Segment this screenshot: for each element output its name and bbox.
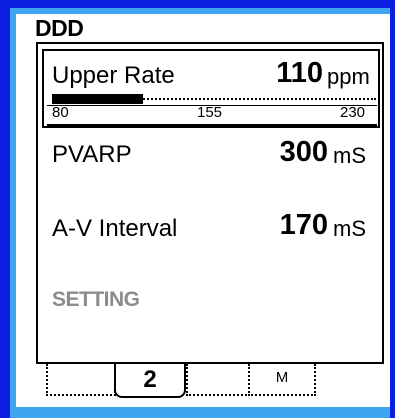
pvarp-label[interactable]: PVARP — [52, 141, 132, 169]
av-interval-value[interactable]: 170 — [268, 209, 328, 242]
av-interval-unit: mS — [333, 216, 366, 241]
pvarp-value[interactable]: 300 — [268, 136, 328, 169]
setting-status-label: SETTING — [52, 288, 140, 311]
upper-rate-unit: ppm — [327, 64, 370, 89]
upper-rate-bar-fill[interactable] — [52, 94, 143, 104]
tab-middle[interactable] — [186, 364, 250, 396]
pvarp-unit: mS — [333, 143, 366, 168]
av-interval-label[interactable]: A-V Interval — [52, 215, 177, 243]
pacing-mode-title: DDD — [35, 15, 84, 41]
scale-mid-label: 155 — [197, 104, 223, 121]
upper-rate-value: 110 — [276, 57, 323, 89]
scale-min-label: 80 — [52, 104, 69, 121]
tab-page-2-active[interactable]: 2 — [114, 364, 186, 398]
tab-left[interactable] — [46, 364, 116, 396]
scale-max-label: 230 — [340, 104, 366, 121]
upper-rate-label: Upper Rate — [52, 62, 175, 89]
tab-menu[interactable]: M — [248, 364, 316, 396]
